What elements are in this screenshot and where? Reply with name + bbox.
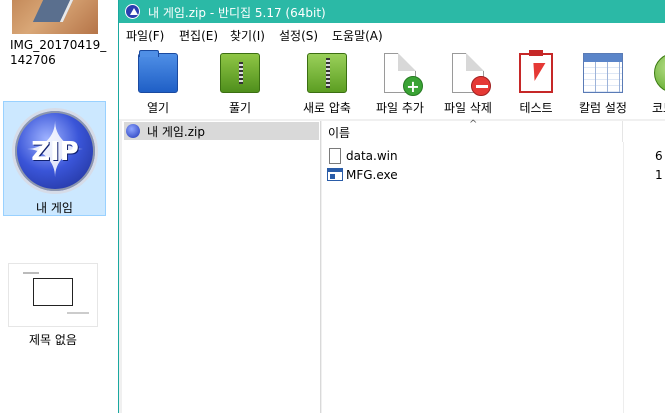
- column-settings-button[interactable]: 칼럼 설정: [572, 53, 634, 116]
- sort-ascending-icon: ^: [469, 119, 478, 130]
- test-icon: [519, 50, 553, 93]
- folder-open-icon: [138, 50, 178, 93]
- zip-archive-icon: [126, 124, 140, 138]
- zip-file-label: 내 게임: [36, 201, 73, 215]
- add-file-icon: +: [384, 53, 423, 96]
- tree-item-archive-root[interactable]: 내 게임.zip: [124, 122, 319, 140]
- desktop-image-file[interactable]: IMG_20170419_ 142706: [0, 0, 110, 70]
- folder-tree-pane: 내 게임.zip: [122, 121, 321, 413]
- desktop: IMG_20170419_ 142706 ✦ ZIP 내 게임 제목 없음: [0, 0, 118, 413]
- menu-help[interactable]: 도움말(A): [332, 27, 383, 44]
- bandizip-zip-icon: ✦ ZIP: [12, 108, 98, 194]
- open-button[interactable]: 열기: [127, 50, 189, 116]
- title-bar[interactable]: 내 게임.zip - 반디집 5.17 (64bit): [119, 0, 665, 23]
- file-list-pane: 이름 ^ data.win 6 MFG.exe 1: [322, 119, 665, 413]
- delete-file-button[interactable]: 파일 삭제: [437, 53, 499, 116]
- menu-bar: 파일(F) 편집(E) 찾기(I) 설정(S) 도움말(A): [119, 23, 665, 45]
- minus-icon: [471, 76, 491, 96]
- column-header: 이름 ^: [322, 119, 665, 142]
- menu-find[interactable]: 찾기(I): [230, 27, 265, 44]
- add-file-button[interactable]: + 파일 추가: [369, 53, 431, 116]
- image-thumbnail: [12, 0, 98, 34]
- file-icon: [329, 148, 341, 164]
- untitled-image-thumbnail[interactable]: [8, 263, 98, 327]
- new-archive-icon: [307, 53, 347, 93]
- extract-button[interactable]: 풀기: [209, 53, 271, 116]
- extract-icon: [220, 53, 260, 93]
- desktop-zip-file-selected[interactable]: ✦ ZIP 내 게임: [3, 101, 106, 216]
- toolbar: 열기 풀기 새로 압축 + 파일 추가 파일 삭제 테스트 칼럼 설정 코: [119, 45, 665, 119]
- code-icon: [654, 53, 665, 93]
- columns-icon: [583, 53, 623, 93]
- menu-settings[interactable]: 설정(S): [279, 27, 318, 44]
- menu-file[interactable]: 파일(F): [126, 27, 164, 44]
- menu-edit[interactable]: 편집(E): [179, 27, 218, 44]
- test-button[interactable]: 테스트: [505, 50, 567, 116]
- image-file-label: IMG_20170419_ 142706: [10, 38, 107, 67]
- file-row-mfg-exe[interactable]: MFG.exe 1: [322, 166, 665, 184]
- exe-file-icon: [327, 168, 343, 181]
- untitled-file-label: 제목 없음: [29, 333, 77, 347]
- bandizip-window: 내 게임.zip - 반디집 5.17 (64bit) 파일(F) 편집(E) …: [118, 0, 665, 413]
- plus-icon: +: [403, 76, 423, 96]
- delete-file-icon: [452, 53, 491, 96]
- window-title: 내 게임.zip - 반디집 5.17 (64bit): [148, 6, 326, 20]
- new-archive-button[interactable]: 새로 압축: [296, 53, 358, 116]
- bandizip-app-icon: [125, 4, 140, 19]
- file-row-data-win[interactable]: data.win 6: [322, 147, 665, 165]
- code-button[interactable]: 코드: [642, 53, 665, 116]
